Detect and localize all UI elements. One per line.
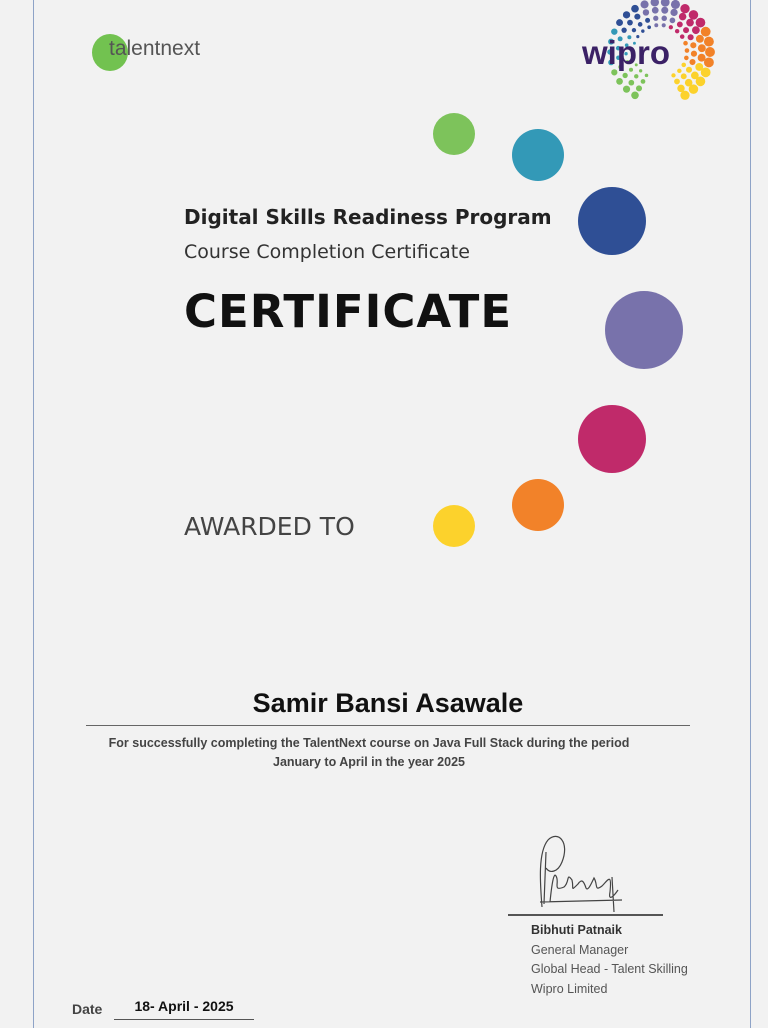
signatory-title: Global Head - Talent Skilling: [531, 962, 688, 976]
wipro-dot: [678, 12, 687, 21]
wipro-dot: [631, 91, 639, 100]
wipro-dot: [689, 58, 696, 66]
wipro-dot: [674, 78, 680, 85]
wipro-dot: [700, 26, 711, 37]
decorative-dot: [512, 129, 564, 181]
decorative-dot: [578, 405, 646, 473]
wipro-dot: [631, 4, 639, 13]
wipro-dot: [676, 21, 683, 28]
wipro-dot: [671, 73, 676, 78]
date-underline: [114, 1019, 254, 1020]
wipro-dot: [684, 48, 690, 53]
wipro-dot: [645, 17, 651, 23]
wipro-dot: [622, 11, 631, 19]
wipro-dot: [683, 27, 690, 34]
signature-line: [508, 914, 663, 916]
wipro-dot: [688, 10, 699, 20]
wipro-dot: [654, 23, 659, 28]
wipro-dot: [616, 19, 623, 27]
talentnext-logo-text: talentnext: [109, 37, 201, 60]
wipro-dot: [637, 22, 643, 27]
wipro-dot: [680, 73, 687, 80]
wipro-dot: [685, 66, 693, 73]
wipro-logo-text: wipro: [582, 34, 670, 71]
wipro-dot: [670, 0, 680, 9]
wipro-dot: [683, 40, 688, 46]
wipro-dot: [635, 85, 643, 92]
wipro-dot: [697, 44, 706, 53]
wipro-dot: [621, 27, 627, 33]
wipro-dot: [616, 78, 623, 85]
signatory-block: Bibhuti Patnaik General Manager Global H…: [531, 921, 688, 999]
wipro-dot: [660, 0, 670, 7]
signatory-name: Bibhuti Patnaik: [531, 923, 622, 937]
wipro-dot: [644, 73, 649, 78]
decorative-dot: [433, 113, 475, 155]
wipro-dot: [661, 23, 666, 28]
wipro-dot: [661, 15, 667, 22]
certificate-title: CERTIFICATE: [184, 285, 513, 338]
decorative-dot: [605, 291, 683, 369]
wipro-dot: [634, 13, 641, 20]
wipro-dot: [680, 90, 690, 100]
wipro-dot: [642, 9, 650, 16]
wipro-dot: [695, 63, 704, 71]
wipro-dot: [674, 28, 680, 34]
wipro-dot: [668, 25, 673, 30]
wipro-dot: [690, 50, 698, 57]
wipro-dot: [627, 19, 633, 26]
wipro-dot: [634, 74, 639, 79]
wipro-dot: [628, 79, 635, 86]
wipro-dot: [679, 34, 685, 39]
completion-description: For successfully completing the TalentNe…: [108, 736, 630, 769]
recipient-name: Samir Bansi Asawale: [252, 688, 524, 718]
decorative-dot: [578, 187, 646, 255]
decorative-dot: [433, 505, 475, 547]
wipro-dot: [647, 25, 652, 30]
wipro-dot: [653, 15, 659, 21]
wipro-dot: [690, 71, 699, 80]
wipro-dot: [622, 85, 631, 93]
wipro-dot: [677, 68, 682, 74]
wipro-dot: [695, 34, 704, 43]
wipro-dot: [670, 8, 678, 17]
wipro-dot: [641, 29, 645, 33]
wipro-dot: [703, 36, 714, 47]
wipro-dot: [690, 42, 697, 49]
wipro-dot: [686, 18, 694, 27]
wipro-logo: wipro: [570, 0, 730, 112]
wipro-dot: [695, 17, 706, 28]
wipro-dot: [650, 0, 660, 7]
wipro-dot: [640, 79, 646, 84]
wipro-dot: [622, 72, 628, 79]
wipro-dot: [697, 53, 706, 62]
page-border: [33, 0, 751, 1028]
wipro-dot: [651, 6, 659, 14]
wipro-dot: [677, 84, 685, 93]
wipro-dot: [684, 55, 689, 61]
decorative-dot: [512, 479, 564, 531]
wipro-dot: [684, 78, 693, 87]
awarded-to-label: AWARDED TO: [184, 512, 355, 541]
wipro-dot: [691, 26, 700, 35]
date-label: Date: [72, 1001, 103, 1017]
program-name: Digital Skills Readiness Program: [184, 205, 552, 229]
wipro-dot: [681, 62, 687, 68]
signatory-company: Wipro Limited: [531, 981, 608, 996]
wipro-dot: [703, 57, 714, 68]
certificate-subtitle: Course Completion Certificate: [184, 241, 470, 263]
signatory-role: General Manager: [531, 942, 629, 957]
signature-image: [539, 835, 623, 913]
wipro-dot: [669, 17, 676, 24]
recipient-underline: [86, 725, 690, 726]
date-value: 18- April - 2025: [134, 998, 234, 1014]
wipro-dot: [680, 4, 690, 14]
wipro-dot: [661, 6, 669, 14]
wipro-dot: [631, 27, 637, 33]
wipro-dot: [687, 34, 694, 41]
wipro-dot: [640, 0, 649, 9]
wipro-dot: [705, 47, 715, 57]
